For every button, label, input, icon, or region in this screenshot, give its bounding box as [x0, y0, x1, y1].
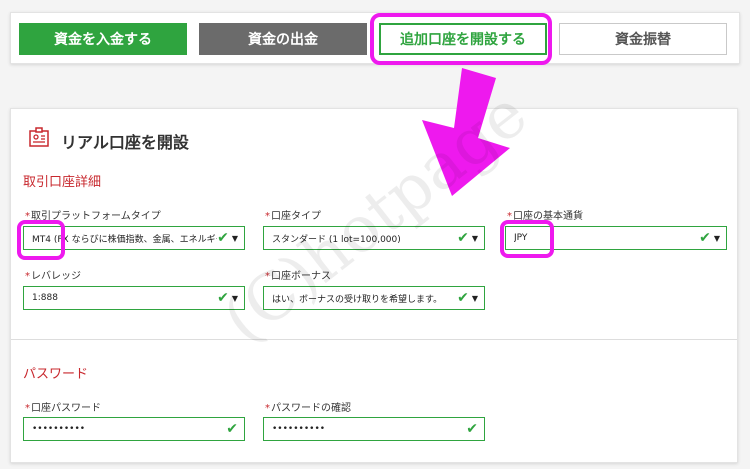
bonus-select[interactable]: はい、ボーナスの受け取りを希望します。 ✔ ▼	[263, 286, 485, 310]
account-type-value: スタンダード (1 lot=100,000)	[272, 234, 401, 245]
bonus-value: はい、ボーナスの受け取りを希望します。	[272, 294, 443, 305]
chevron-down-icon: ▼	[231, 233, 238, 243]
chevron-down-icon: ▼	[471, 233, 478, 243]
check-icon: ✔	[457, 290, 469, 306]
chevron-down-icon: ▼	[713, 233, 720, 243]
section-title-password: パスワード	[23, 367, 89, 382]
password-input[interactable]: •••••••••• ✔	[23, 417, 245, 441]
check-icon: ✔	[699, 230, 711, 246]
password-confirm-label: *パスワードの確認	[265, 403, 351, 414]
check-icon: ✔	[217, 230, 229, 246]
leverage-value: 1:888	[32, 293, 58, 303]
account-type-label: *口座タイプ	[265, 211, 321, 222]
platform-value: MT4 (FX ならびに株価指数、金属、エネルギーのCF	[32, 234, 217, 245]
leverage-select[interactable]: 1:888 ✔ ▼	[23, 286, 245, 310]
leverage-label: *レバレッジ	[25, 271, 81, 282]
base-currency-value: JPY	[514, 233, 528, 243]
tab-withdraw[interactable]: 資金の出金	[199, 23, 367, 55]
check-icon: ✔	[466, 421, 478, 437]
base-currency-label: *口座の基本通貨	[507, 211, 583, 222]
tab-fund-transfer[interactable]: 資金振替	[559, 23, 727, 55]
base-currency-select[interactable]: JPY ✔ ▼	[505, 226, 727, 250]
section-title-account-details: 取引口座詳細	[23, 175, 102, 190]
divider	[11, 339, 737, 340]
id-card-icon	[29, 127, 49, 147]
password-confirm-input[interactable]: •••••••••• ✔	[263, 417, 485, 441]
check-icon: ✔	[217, 290, 229, 306]
page-title: リアル口座を開設	[61, 133, 189, 152]
screen: 資金を入金する 資金の出金 追加口座を開設する 資金振替 リアル口座を開設 取引…	[0, 0, 750, 469]
tab-deposit[interactable]: 資金を入金する	[19, 23, 187, 55]
open-real-account-panel: リアル口座を開設 取引口座詳細 *取引プラットフォームタイプ *口座タイプ *口…	[10, 108, 738, 463]
password-value: ••••••••••	[32, 424, 86, 434]
tab-bar: 資金を入金する 資金の出金 追加口座を開設する 資金振替	[10, 12, 740, 64]
bonus-label: *口座ボーナス	[265, 271, 331, 282]
password-label: *口座パスワード	[25, 403, 101, 414]
platform-label: *取引プラットフォームタイプ	[25, 211, 161, 222]
check-icon: ✔	[226, 421, 238, 437]
chevron-down-icon: ▼	[231, 293, 238, 303]
check-icon: ✔	[457, 230, 469, 246]
chevron-down-icon: ▼	[471, 293, 478, 303]
platform-select[interactable]: MT4 (FX ならびに株価指数、金属、エネルギーのCF ✔ ▼	[23, 226, 245, 250]
password-confirm-value: ••••••••••	[272, 424, 326, 434]
account-type-select[interactable]: スタンダード (1 lot=100,000) ✔ ▼	[263, 226, 485, 250]
tab-open-additional-account[interactable]: 追加口座を開設する	[379, 23, 547, 55]
